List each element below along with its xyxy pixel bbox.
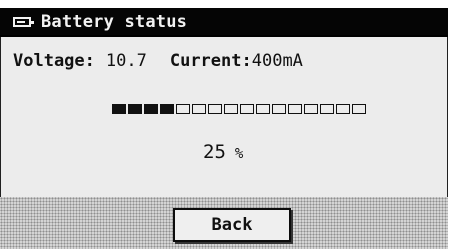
- battery-level-bar: [112, 104, 366, 116]
- battery-segment-empty: [352, 104, 366, 114]
- back-button[interactable]: Back: [173, 208, 291, 242]
- battery-icon: [13, 16, 34, 27]
- current-value: 400mA: [251, 51, 303, 71]
- battery-percent-value: 25: [203, 141, 226, 163]
- window-title-bar: Battery status: [0, 8, 448, 37]
- current-label: Current:: [169, 51, 252, 71]
- battery-segment-empty: [256, 104, 270, 114]
- battery-segment-empty: [208, 104, 222, 114]
- status-readout: Voltage: 10.7 Current: 400mA: [13, 51, 443, 71]
- voltage-value: 10.7: [105, 51, 147, 71]
- battery-segment-filled: [112, 104, 126, 114]
- battery-segment-empty: [176, 104, 190, 114]
- battery-segment-empty: [224, 104, 238, 114]
- battery-segment-empty: [272, 104, 286, 114]
- battery-status-screen: Battery status Voltage: 10.7 Current: 40…: [0, 8, 448, 249]
- window-title: Battery status: [41, 11, 188, 32]
- battery-segment-filled: [144, 104, 158, 114]
- battery-segment-empty: [336, 104, 350, 114]
- battery-segment-empty: [240, 104, 254, 114]
- battery-segment-empty: [192, 104, 206, 114]
- battery-percentage: 25 %: [203, 141, 243, 163]
- voltage-label: Voltage:: [13, 51, 95, 71]
- battery-segment-empty: [288, 104, 302, 114]
- battery-segment-filled: [160, 104, 174, 114]
- battery-percent-unit: %: [234, 146, 244, 162]
- battery-segment-empty: [320, 104, 334, 114]
- battery-segment-empty: [304, 104, 318, 114]
- battery-segment-filled: [128, 104, 142, 114]
